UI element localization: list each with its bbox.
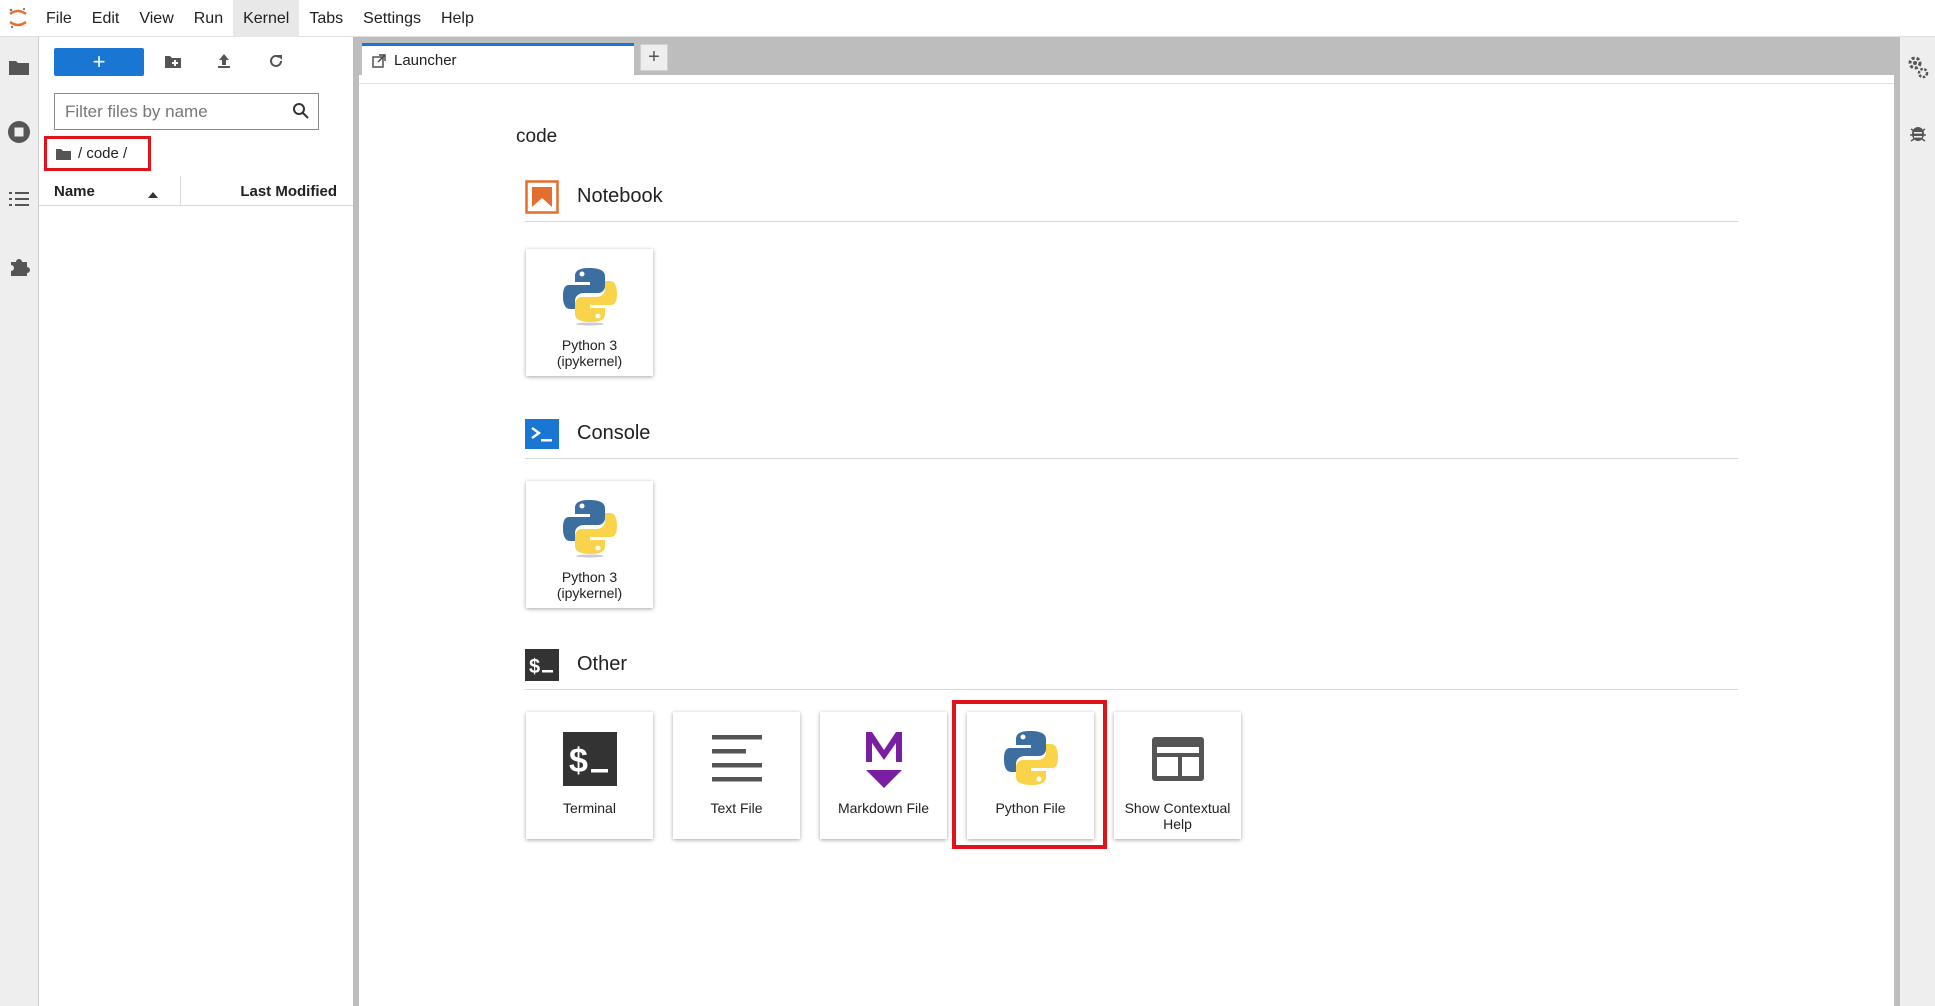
breadcrumb: / code / (44, 136, 151, 171)
jupyter-logo-icon (0, 0, 36, 37)
column-divider[interactable] (180, 176, 181, 206)
extension-icon[interactable] (6, 253, 32, 279)
jupyterlab-window: File Edit View Run Kernel Tabs Settings … (0, 0, 1935, 1006)
card-label: Text File (710, 800, 763, 816)
running-icon[interactable] (6, 119, 32, 145)
console-icon (525, 417, 559, 451)
column-last-modified[interactable]: Last Modified (240, 183, 337, 200)
card-show-contextual-help[interactable]: Show Contextual Help (1114, 712, 1241, 839)
debugger-icon[interactable] (1909, 123, 1927, 148)
menu-run[interactable]: Run (184, 0, 233, 37)
menu-edit[interactable]: Edit (82, 0, 130, 37)
filter-files-input[interactable] (55, 94, 285, 129)
terminal-icon: $ (526, 722, 653, 796)
menu-file[interactable]: File (36, 0, 82, 37)
menu-view[interactable]: View (129, 0, 183, 37)
highlight-box (952, 700, 1107, 849)
card-label: Show Contextual Help (1124, 800, 1231, 832)
file-list-header: Name Last Modified (39, 176, 353, 206)
breadcrumb-path[interactable]: / code / (78, 145, 127, 162)
refresh-icon[interactable] (264, 49, 288, 73)
main-tab-bar: Launcher + (359, 37, 1894, 75)
card-notebook-python3[interactable]: Python 3 (ipykernel) (526, 249, 653, 376)
sort-ascending-icon (147, 186, 159, 203)
section-other: $ Other (525, 644, 1738, 690)
left-sidebar-tabs (0, 37, 39, 1006)
property-inspector-icon[interactable] (1907, 55, 1929, 84)
notebook-icon (525, 180, 559, 214)
contextual-help-icon (1114, 722, 1241, 796)
file-browser-toolbar: + (39, 37, 353, 85)
new-launcher-button[interactable]: + (54, 48, 144, 76)
menu-help[interactable]: Help (431, 0, 484, 37)
terminal-section-icon: $ (525, 648, 559, 682)
card-markdown-file[interactable]: Markdown File (820, 712, 947, 839)
python-logo-icon (526, 491, 653, 565)
card-label: Python 3 (ipykernel) (556, 569, 623, 601)
text-file-icon (673, 722, 800, 796)
card-console-python3[interactable]: Python 3 (ipykernel) (526, 481, 653, 608)
tab-launcher[interactable]: Launcher (362, 43, 634, 75)
home-folder-icon[interactable] (55, 147, 72, 161)
menu-kernel[interactable]: Kernel (233, 0, 300, 37)
upload-icon[interactable] (212, 49, 236, 73)
card-label: Markdown File (837, 800, 930, 816)
card-label: Python 3 (ipykernel) (556, 337, 623, 369)
tab-label: Launcher (394, 52, 457, 69)
card-text-file[interactable]: Text File (673, 712, 800, 839)
toc-icon[interactable] (6, 186, 32, 212)
file-filter (54, 93, 319, 130)
launcher-cwd-title: code (516, 126, 558, 147)
card-terminal[interactable]: $ Terminal (526, 712, 653, 839)
section-console: Console (525, 413, 1738, 459)
svg-text:$: $ (569, 742, 588, 780)
right-sidebar-tabs (1900, 37, 1935, 1006)
python-logo-icon (526, 259, 653, 333)
launcher-icon (372, 53, 386, 68)
svg-text:$: $ (529, 656, 540, 678)
section-title: Notebook (577, 185, 663, 207)
column-name[interactable]: Name (54, 183, 95, 200)
folder-icon[interactable] (6, 54, 32, 80)
section-title: Other (577, 653, 628, 675)
panel-divider (359, 83, 1894, 84)
section-title: Console (577, 422, 651, 444)
section-notebook: Notebook (525, 176, 1738, 222)
new-tab-button[interactable]: + (640, 44, 668, 71)
search-icon (292, 102, 310, 125)
menu-bar: File Edit View Run Kernel Tabs Settings … (0, 0, 1935, 37)
file-browser-panel: + / code / Name (39, 37, 353, 1006)
new-folder-icon[interactable] (161, 49, 185, 73)
card-label: Terminal (563, 800, 616, 816)
menu-settings[interactable]: Settings (353, 0, 431, 37)
markdown-icon (820, 722, 947, 796)
menu-tabs[interactable]: Tabs (299, 0, 353, 37)
